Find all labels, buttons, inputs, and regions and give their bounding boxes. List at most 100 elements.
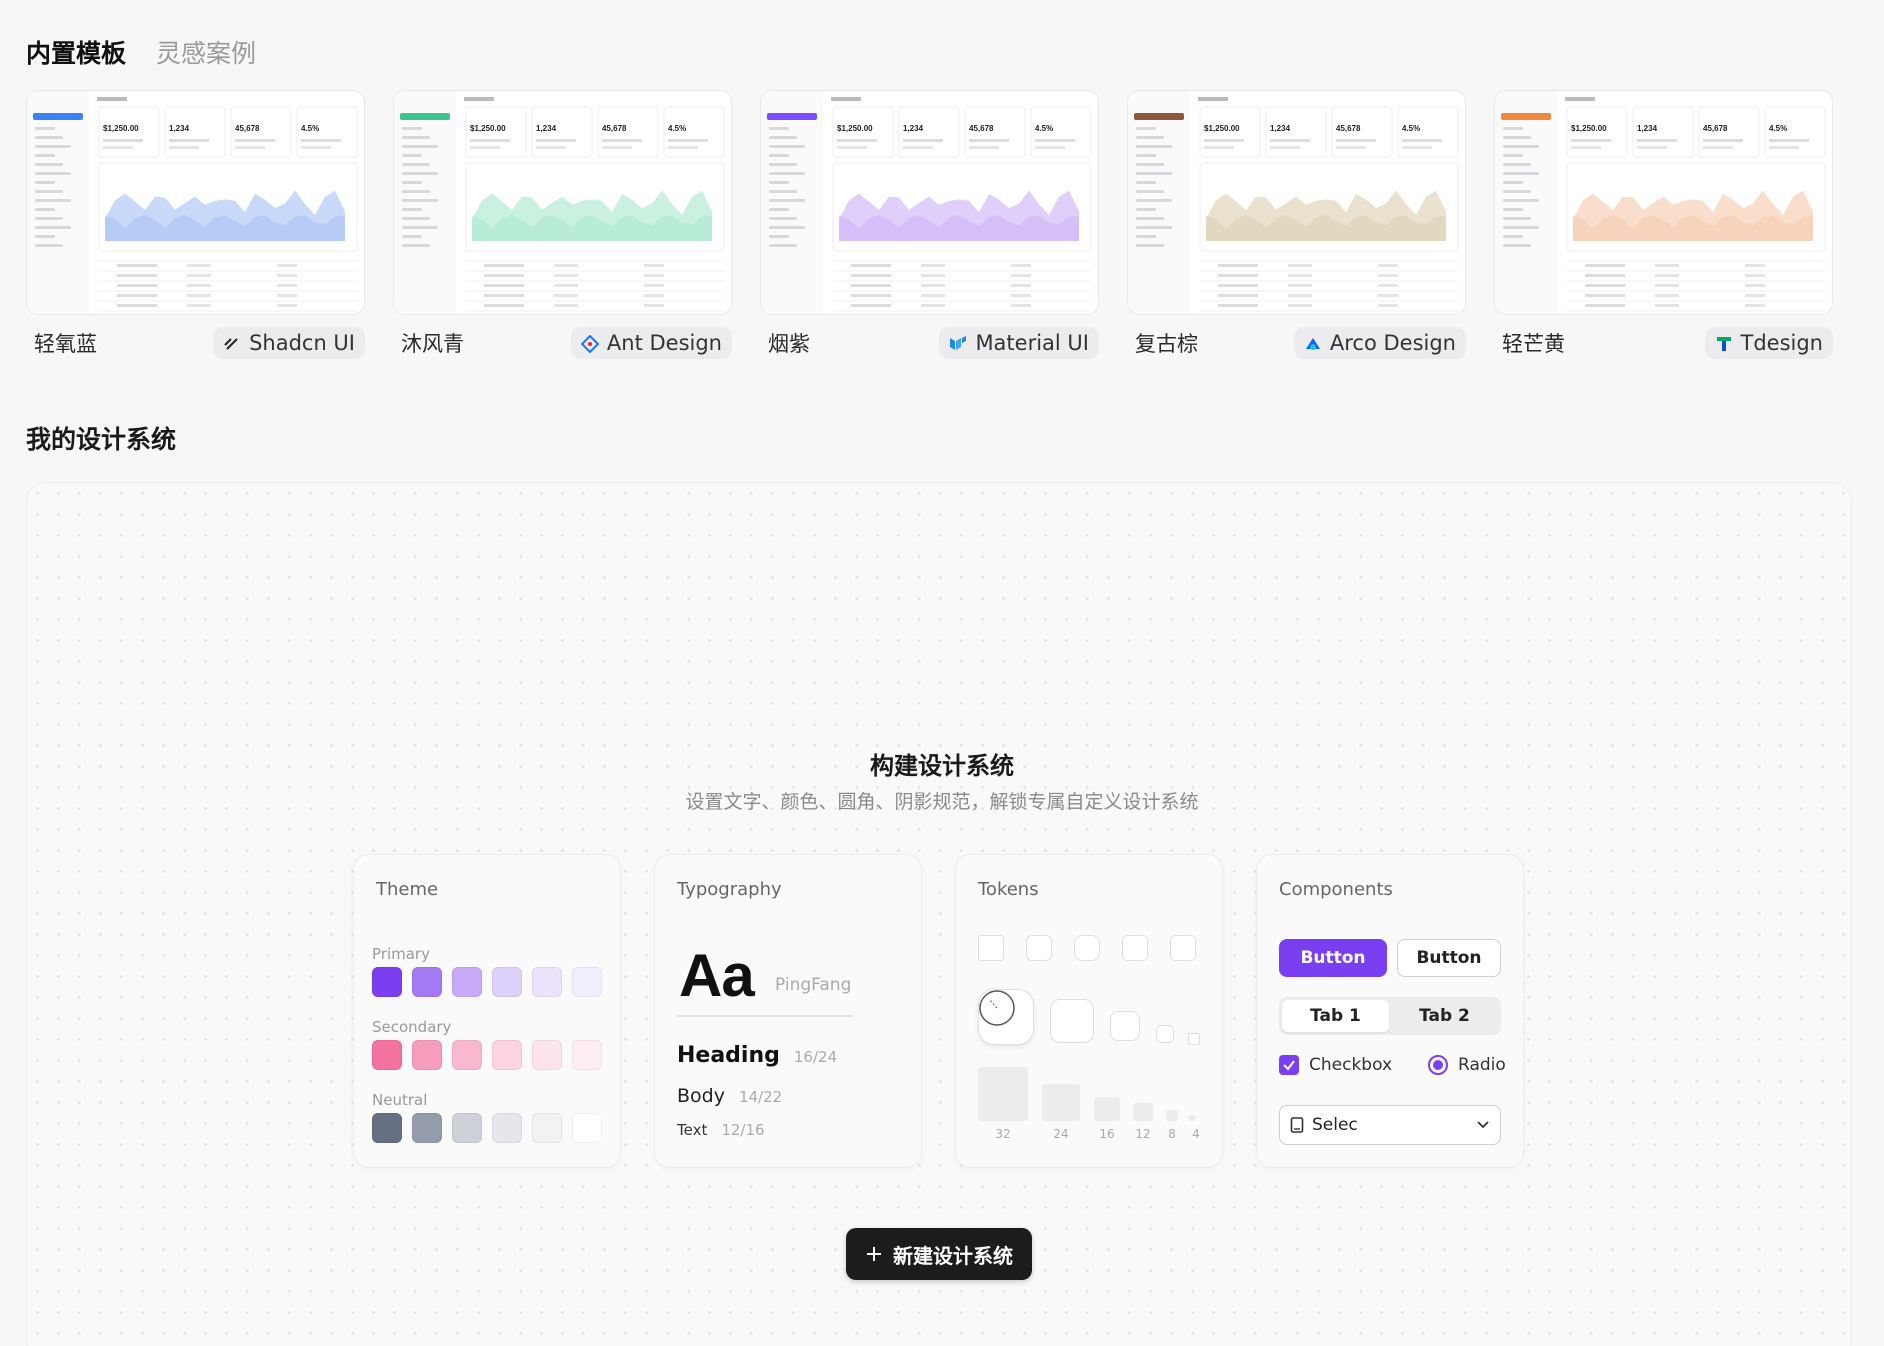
neutral-swatch[interactable] [532,1113,562,1143]
template-brand-label: Arco Design [1329,331,1456,355]
checkbox-label: Checkbox [1309,1055,1393,1075]
tab-inspiration-cases[interactable]: 灵感案例 [156,34,256,70]
primary-swatch[interactable] [572,967,602,997]
select-dropdown[interactable]: Selec [1279,1105,1501,1145]
neutral-swatch[interactable] [572,1113,602,1143]
template-card[interactable]: $1,250.00 1,234 45,678 4.5% 沐风青 Ant Design [393,90,732,359]
spacing-value: 32 [995,1127,1011,1141]
tdesign-t-icon [1715,334,1733,352]
radius-token-sample [978,935,1004,961]
template-meta: 烟紫 Material UI [760,327,1099,359]
template-name: 轻芒黄 [1502,332,1565,356]
bookmark-icon [1290,1117,1304,1133]
template-thumbnail[interactable]: $1,250.00 1,234 45,678 4.5% [1494,90,1833,315]
heading-size: 16/24 [793,1048,838,1066]
secondary-swatch[interactable] [452,1040,482,1070]
radius-token-sample [1074,935,1100,961]
tab-builtin-templates[interactable]: 内置模板 [26,34,126,70]
spacing-bar [1189,1115,1195,1121]
template-preview-graphic: $1,250.00 1,234 45,678 4.5% [1495,91,1832,314]
spacing-value: 16 [1099,1127,1115,1141]
spacing-value: 4 [1192,1127,1200,1141]
design-system-canvas [26,482,1852,1346]
template-brand-label: Ant Design [606,331,722,355]
tokens-card: Tokens 32 24 16 12 8 4 [955,854,1223,1168]
primary-label: Primary [372,945,430,963]
secondary-swatch[interactable] [372,1040,402,1070]
template-thumbnail[interactable]: $1,250.00 1,234 45,678 4.5% [1127,90,1466,315]
template-name: 轻氧蓝 [34,332,97,356]
radius-token-sample [1026,935,1052,961]
svg-text:$1,250.00: $1,250.00 [103,124,139,133]
svg-text:$1,250.00: $1,250.00 [1571,124,1607,133]
primary-swatch[interactable] [412,967,442,997]
shadcn-slash-icon [223,334,241,352]
checkbox[interactable] [1279,1055,1299,1075]
primary-swatch[interactable] [492,967,522,997]
radius-token-sample [1122,935,1148,961]
secondary-swatch[interactable] [492,1040,522,1070]
secondary-swatch[interactable] [532,1040,562,1070]
svg-text:4.5%: 4.5% [1035,124,1053,133]
neutral-swatch[interactable] [452,1113,482,1143]
radio[interactable] [1428,1055,1449,1075]
build-title: 构建设计系统 [870,752,1014,780]
template-brand-badge: Material UI [939,327,1099,359]
primary-swatch[interactable] [452,967,482,997]
section-title: 我的设计系统 [26,425,177,454]
template-meta: 沐风青 Ant Design [393,327,732,359]
secondary-swatch[interactable] [412,1040,442,1070]
shadow-token-sample [1156,1025,1174,1043]
spacing-value: 8 [1168,1127,1176,1141]
template-list: $1,250.00 1,234 45,678 4.5% 轻氧蓝 Shadcn UI $1,2… [26,90,1833,359]
radius-token-sample [1170,935,1196,961]
checkbox-radio-row: Checkbox Radio [1279,1055,1506,1075]
primary-button-sample[interactable]: Button [1279,939,1387,977]
secondary-swatch[interactable] [572,1040,602,1070]
template-thumbnail[interactable]: $1,250.00 1,234 45,678 4.5% [760,90,1099,315]
template-thumbnail[interactable]: $1,250.00 1,234 45,678 4.5% [393,90,732,315]
neutral-swatches [372,1113,602,1143]
svg-text:4.5%: 4.5% [668,124,686,133]
new-design-system-button[interactable]: 新建设计系统 [846,1228,1032,1280]
top-tabs: 内置模板 灵感案例 [26,34,256,70]
template-brand-badge: Tdesign [1704,327,1833,359]
neutral-swatch[interactable] [492,1113,522,1143]
neutral-swatch[interactable] [412,1113,442,1143]
template-card[interactable]: $1,250.00 1,234 45,678 4.5% 烟紫 Material UI [760,90,1099,359]
primary-swatch[interactable] [372,967,402,997]
template-name: 沐风青 [401,332,464,356]
neutral-swatch[interactable] [372,1113,402,1143]
spacing-bar [1094,1097,1120,1121]
body-size: 14/22 [738,1088,783,1106]
template-card[interactable]: $1,250.00 1,234 45,678 4.5% 轻氧蓝 Shadcn UI [26,90,365,359]
typography-card-title: Typography [677,879,782,900]
shadow-token-sample [1050,999,1094,1043]
spacing-value: 12 [1135,1127,1151,1141]
template-preview-graphic: $1,250.00 1,234 45,678 4.5% [1128,91,1465,314]
template-card[interactable]: $1,250.00 1,234 45,678 4.5% 复古棕 Arco Design [1127,90,1466,359]
secondary-button-sample[interactable]: Button [1397,939,1501,977]
components-card: Components Button Button Tab 1 Tab 2 Che… [1256,854,1524,1168]
primary-swatches [372,967,602,997]
template-thumbnail[interactable]: $1,250.00 1,234 45,678 4.5% [26,90,365,315]
typography-divider [677,1015,853,1017]
svg-text:45,678: 45,678 [235,124,260,133]
typography-card: Typography Aa PingFang Heading 16/24 Bod… [654,854,922,1168]
font-family-name: PingFang [775,975,852,995]
svg-text:$1,250.00: $1,250.00 [837,124,873,133]
theme-card: Theme Primary Secondary Neutral [353,854,621,1168]
tab-1[interactable]: Tab 1 [1282,1000,1389,1032]
arco-design-logo-icon [1304,334,1322,352]
template-meta: 轻芒黄 Tdesign [1494,327,1833,359]
svg-text:1,234: 1,234 [1637,124,1658,133]
dial-icon [979,990,1015,1026]
chevron-down-icon [1477,1121,1489,1129]
spacing-bar [1042,1084,1080,1121]
template-card[interactable]: $1,250.00 1,234 45,678 4.5% 轻芒黄 Tdesign [1494,90,1833,359]
theme-card-title: Theme [376,879,439,900]
template-preview-graphic: $1,250.00 1,234 45,678 4.5% [394,91,731,314]
segmented-tabs: Tab 1 Tab 2 [1279,997,1501,1035]
tab-2[interactable]: Tab 2 [1391,1000,1498,1032]
primary-swatch[interactable] [532,967,562,997]
